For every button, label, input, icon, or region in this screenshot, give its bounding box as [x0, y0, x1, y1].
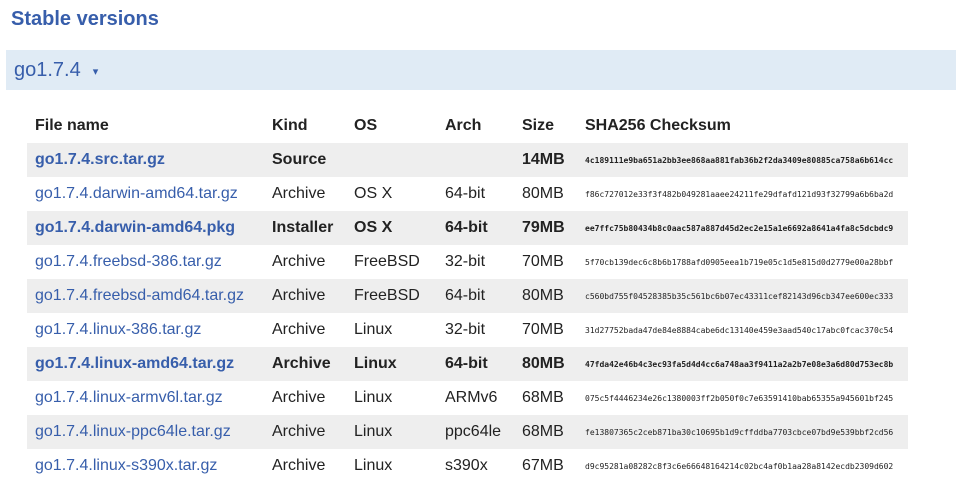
arch-cell: ARMv6: [445, 389, 498, 406]
file-name-cell: go1.7.4.darwin-amd64.pkg: [27, 211, 264, 245]
checksum-cell: d9c95281a08282c8f3c6e66648164214c02bc4af…: [585, 461, 894, 471]
checksum-cell: 4c189111e9ba651a2bb3ee868aa881fab36b2f2d…: [577, 143, 908, 177]
arch-cell: 64-bit: [445, 185, 486, 202]
arch-cell: 64-bit: [437, 279, 514, 313]
file-name-cell: go1.7.4.freebsd-386.tar.gz: [27, 245, 264, 279]
table-row: go1.7.4.src.tar.gz Source 14MB 4c189111e9ba…: [27, 143, 908, 177]
os-cell: FreeBSD: [354, 253, 420, 270]
size-cell: 80MB: [514, 347, 577, 381]
file-name-cell: go1.7.4.linux-ppc64le.tar.gz: [27, 415, 264, 449]
kind-cell: Archive: [272, 321, 326, 338]
size-cell: 70MB: [522, 321, 564, 338]
table-row: go1.7.4.linux-ppc64le.tar.gz Archive Linux…: [27, 415, 908, 449]
arch-cell: s390x: [445, 457, 488, 474]
version-label: go1.7.4: [14, 58, 81, 81]
size-cell: 68MB: [522, 389, 564, 406]
file-name-link[interactable]: go1.7.4.src.tar.gz: [35, 151, 165, 168]
file-name-link[interactable]: go1.7.4.linux-s390x.tar.gz: [35, 457, 217, 474]
kind-cell: Archive: [272, 253, 326, 270]
table-row: go1.7.4.darwin-amd64.pkg Installer OS X 64-…: [27, 211, 908, 245]
arch-cell: 32-bit: [445, 253, 486, 270]
file-name-link[interactable]: go1.7.4.linux-ppc64le.tar.gz: [35, 423, 231, 440]
file-name-cell: go1.7.4.linux-armv6l.tar.gz: [27, 381, 264, 415]
checksum-cell: 5f70cb139dec6c8b6b1788afd0905eea1b719e05…: [585, 257, 894, 267]
file-name-cell: go1.7.4.linux-amd64.tar.gz: [27, 347, 264, 381]
page-heading: Stable versions: [11, 8, 159, 30]
size-cell: 80MB: [514, 279, 577, 313]
file-name-link[interactable]: go1.7.4.linux-386.tar.gz: [35, 321, 201, 338]
arch-cell: ppc64le: [437, 415, 514, 449]
checksum-cell: fe13807365c2ceb871ba30c10695b1d9cffddba7…: [577, 415, 908, 449]
checksum-cell: 075c5f4446234e26c1380003ff2b050f0c7e6359…: [585, 393, 894, 403]
kind-cell: Archive: [264, 279, 346, 313]
os-cell: OS X: [354, 185, 393, 202]
checksum-cell: c560bd755f04528385b35c561bc6b07ec43311ce…: [577, 279, 908, 313]
table-row: go1.7.4.freebsd-386.tar.gz Archive FreeBSD…: [27, 245, 908, 279]
os-cell: OS X: [346, 211, 437, 245]
kind-cell: Archive: [272, 185, 326, 202]
table-row: go1.7.4.linux-s390x.tar.gz Archive Linux s3…: [27, 449, 908, 483]
file-name-cell: go1.7.4.darwin-amd64.tar.gz: [27, 177, 264, 211]
size-cell: 14MB: [514, 143, 577, 177]
os-cell: Linux: [346, 347, 437, 381]
arch-cell: 32-bit: [445, 321, 486, 338]
size-cell: 70MB: [522, 253, 564, 270]
caret-down-icon: ▾: [92, 65, 99, 78]
table-row: go1.7.4.linux-386.tar.gz Archive Linux 32-b…: [27, 313, 908, 347]
file-name-link[interactable]: go1.7.4.linux-amd64.tar.gz: [35, 355, 234, 372]
file-name-cell: go1.7.4.linux-s390x.tar.gz: [27, 449, 264, 483]
file-name-link[interactable]: go1.7.4.freebsd-386.tar.gz: [35, 253, 222, 270]
kind-cell: Archive: [272, 457, 326, 474]
size-cell: 68MB: [514, 415, 577, 449]
file-name-link[interactable]: go1.7.4.darwin-amd64.tar.gz: [35, 185, 238, 202]
kind-cell: Source: [264, 143, 346, 177]
os-cell: Linux: [354, 457, 393, 474]
file-name-link[interactable]: go1.7.4.freebsd-amd64.tar.gz: [35, 287, 244, 304]
checksum-cell: f86c727012e33f3f482b049281aaee24211fe29d…: [585, 189, 894, 199]
file-name-link[interactable]: go1.7.4.linux-armv6l.tar.gz: [35, 389, 223, 406]
column-header-checksum: SHA256 Checksum: [585, 117, 731, 134]
file-name-link[interactable]: go1.7.4.darwin-amd64.pkg: [35, 219, 235, 236]
kind-cell: Archive: [264, 415, 346, 449]
kind-cell: Archive: [272, 389, 326, 406]
column-header-file-name: File name: [35, 117, 109, 134]
checksum-cell: 47fda42e46b4c3ec93fa5d4d4cc6a748aa3f9411…: [577, 347, 908, 381]
kind-cell: Installer: [264, 211, 346, 245]
size-cell: 79MB: [514, 211, 577, 245]
table-row: go1.7.4.freebsd-amd64.tar.gz Archive FreeB…: [27, 279, 908, 313]
size-cell: 80MB: [522, 185, 564, 202]
os-cell: FreeBSD: [346, 279, 437, 313]
os-cell: Linux: [354, 321, 393, 338]
os-cell: Linux: [354, 389, 393, 406]
table-row: go1.7.4.linux-armv6l.tar.gz Archive Linux A…: [27, 381, 908, 415]
file-name-cell: go1.7.4.src.tar.gz: [27, 143, 264, 177]
os-cell: [346, 143, 437, 177]
arch-cell: [437, 143, 514, 177]
table-header-row: File name Kind OS Arch Size SHA256 Check…: [27, 109, 908, 143]
version-toggle[interactable]: go1.7.4 ▾: [6, 50, 956, 90]
file-name-cell: go1.7.4.freebsd-amd64.tar.gz: [27, 279, 264, 313]
size-cell: 67MB: [522, 457, 564, 474]
column-header-os: OS: [354, 117, 378, 134]
arch-cell: 64-bit: [437, 347, 514, 381]
arch-cell: 64-bit: [437, 211, 514, 245]
table-row: go1.7.4.linux-amd64.tar.gz Archive Linux 64…: [27, 347, 908, 381]
column-header-size: Size: [522, 117, 555, 134]
checksum-cell: 31d27752bada47de84e8884cabe6dc13140e459e…: [585, 325, 894, 335]
kind-cell: Archive: [264, 347, 346, 381]
checksum-cell: ee7ffc75b80434b8c0aac587a887d45d2ec2e15a…: [577, 211, 908, 245]
column-header-arch: Arch: [445, 117, 482, 134]
column-header-kind: Kind: [272, 117, 308, 134]
downloads-table: File name Kind OS Arch Size SHA256 Check…: [27, 109, 908, 483]
file-name-cell: go1.7.4.linux-386.tar.gz: [27, 313, 264, 347]
table-row: go1.7.4.darwin-amd64.tar.gz Archive OS X 64…: [27, 177, 908, 211]
os-cell: Linux: [346, 415, 437, 449]
